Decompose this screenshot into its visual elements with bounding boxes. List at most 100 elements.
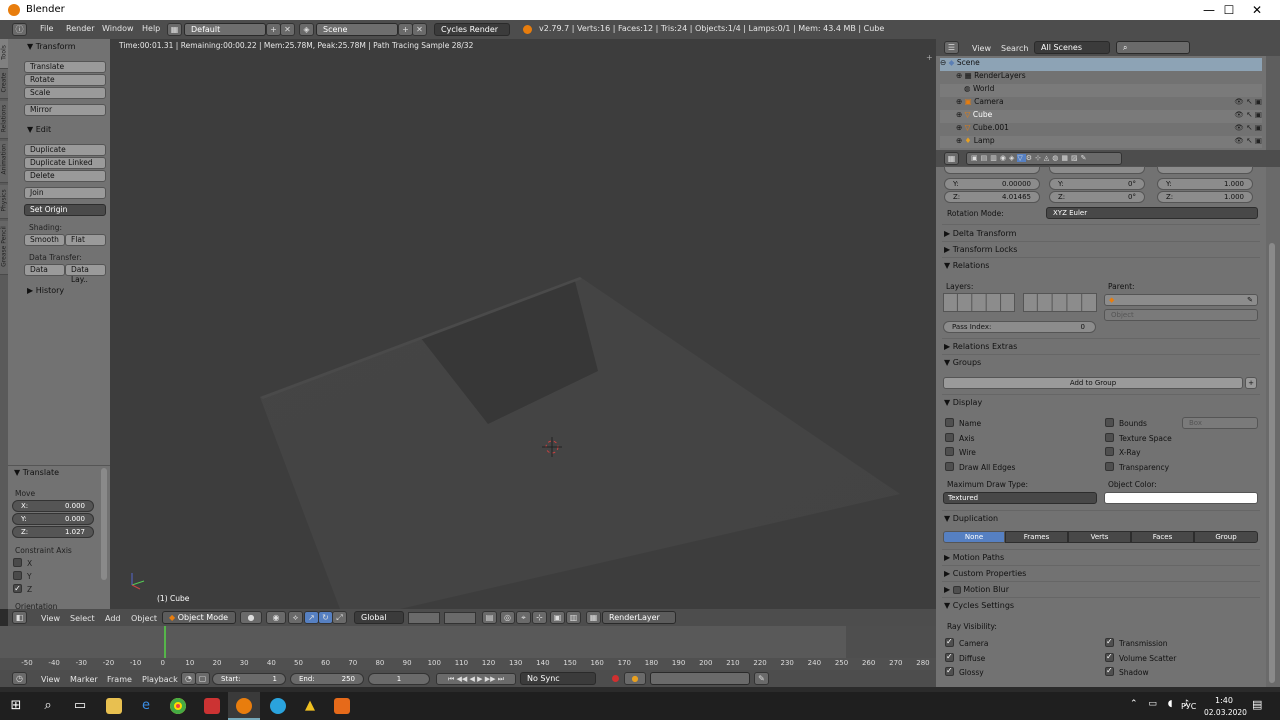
scale-y-field[interactable]: Y: 1.000	[1157, 178, 1253, 190]
data-layout-button[interactable]: Data Lay..	[65, 264, 106, 284]
lock-layers-button[interactable]: ▤	[482, 611, 497, 624]
start-windows-icon[interactable]: ⊞	[0, 692, 32, 720]
notifications-icon[interactable]: ▤	[1252, 698, 1262, 711]
smooth-button[interactable]: Smooth	[24, 234, 65, 246]
outliner-display-select[interactable]: All Scenes	[1034, 41, 1110, 54]
edge-browser-icon[interactable]: e	[130, 692, 162, 720]
draw-all-edges-checkbox[interactable]	[945, 462, 954, 471]
join-button[interactable]: Join	[24, 187, 106, 199]
transform-orientation-select[interactable]: Global	[354, 611, 404, 624]
menu-select[interactable]: Select	[70, 614, 95, 623]
parent-field[interactable]: ◆ ✎	[1104, 294, 1258, 306]
delta-transform-panel[interactable]: ▶ Delta Transform	[944, 229, 1016, 238]
scale-button[interactable]: Scale	[24, 87, 106, 99]
outliner-scrollbar[interactable]	[1266, 56, 1280, 150]
menu-add[interactable]: Add	[105, 614, 121, 623]
layer-buttons-b[interactable]	[444, 612, 476, 624]
timeline-menu-view[interactable]: View	[41, 675, 60, 684]
cycles-settings-panel[interactable]: ▼ Cycles Settings	[944, 601, 1014, 610]
constraint-x-checkbox[interactable]	[13, 558, 22, 567]
keying-set-button[interactable]: ●	[624, 672, 646, 685]
redo-scrollbar[interactable]	[101, 468, 107, 580]
properties-context-tabs[interactable]: ▣▤▥◉◈▽⚙⊹◬◍▦▨✎	[966, 152, 1122, 165]
file-explorer-icon[interactable]	[98, 692, 130, 720]
ray-camera-checkbox[interactable]	[945, 637, 954, 647]
display-wire-checkbox[interactable]	[945, 447, 954, 456]
constraint-z-checkbox[interactable]: ✓	[13, 584, 22, 593]
ray-transmission-checkbox[interactable]	[1105, 637, 1114, 647]
bounds-type-select[interactable]: Box	[1182, 417, 1258, 429]
render-engine-select[interactable]: Cycles Render	[434, 23, 510, 36]
menu-render[interactable]: Render	[66, 24, 94, 33]
chrome-icon[interactable]	[162, 692, 194, 720]
set-origin-menu[interactable]: Set Origin	[24, 204, 106, 216]
tab-create[interactable]: Create	[0, 69, 8, 99]
insert-keyframe-button[interactable]: ✎	[754, 672, 769, 685]
location-x-field[interactable]	[944, 166, 1040, 174]
ray-shadow-checkbox[interactable]	[1105, 666, 1114, 676]
parent-type-select[interactable]: Object	[1104, 309, 1258, 321]
outliner-row-cube[interactable]: ⊕ ▽ Cube 👁 ↖ ▣	[940, 110, 1262, 123]
display-panel[interactable]: ▼ Display	[944, 398, 982, 407]
timeline-menu-frame[interactable]: Frame	[107, 675, 132, 684]
editor-type-timeline-button[interactable]: ◷	[12, 672, 27, 685]
app-icon-orange[interactable]	[326, 692, 358, 720]
add-to-group-button[interactable]: Add to Group	[943, 377, 1243, 389]
render-still-button[interactable]: ▣	[550, 611, 565, 624]
outliner-menu-view[interactable]: View	[972, 44, 991, 53]
max-draw-type-select[interactable]: Textured	[943, 492, 1097, 504]
manipulator-toggle[interactable]: ⟡	[288, 611, 303, 624]
outliner-row-cube-001[interactable]: ⊕ ▽ Cube.001 👁 ↖ ▣	[940, 123, 1262, 136]
snap-element[interactable]: ⊹	[532, 611, 547, 624]
history-panel-header[interactable]: ▶ History	[27, 286, 64, 295]
location-y-field[interactable]: Y: 0.00000	[944, 178, 1040, 190]
translate-button[interactable]: Translate	[24, 61, 106, 73]
menu-object[interactable]: Object	[131, 614, 157, 623]
transform-locks-panel[interactable]: ▶ Transform Locks	[944, 245, 1017, 254]
tab-relations[interactable]: Relations	[0, 101, 8, 139]
keying-set-field[interactable]	[650, 672, 750, 685]
render-layer-icon[interactable]: ▦	[586, 611, 601, 624]
scale-manipulator[interactable]: ⤢	[332, 611, 347, 624]
mode-select[interactable]: ◆ Object Mode	[162, 611, 236, 624]
scale-z-field[interactable]: Z: 1.000	[1157, 191, 1253, 203]
current-frame-field[interactable]: 1	[368, 673, 430, 685]
move-y-field[interactable]: Y: 0.000	[12, 513, 94, 525]
close-button[interactable]: ✕	[1234, 2, 1280, 18]
editor-type-outliner-button[interactable]: ☰	[944, 41, 959, 54]
playback-controls[interactable]: ⏮ ◀◀ ◀ ▶ ▶▶ ⏭	[436, 673, 516, 685]
move-z-field[interactable]: Z: 1.027	[12, 526, 94, 538]
relations-extras-panel[interactable]: ▶ Relations Extras	[944, 342, 1017, 351]
layers-grid-b[interactable]	[1023, 293, 1097, 312]
add-group-plus-button[interactable]: +	[1245, 377, 1257, 389]
outliner-menu-search[interactable]: Search	[1001, 44, 1028, 53]
editor-type-properties-button[interactable]: ▦	[944, 152, 959, 165]
bounds-checkbox[interactable]	[1105, 418, 1114, 427]
display-name-checkbox[interactable]	[945, 418, 954, 427]
task-view-icon[interactable]: ▭	[64, 692, 96, 720]
preview-range-button[interactable]: ◔	[181, 672, 196, 685]
menu-file[interactable]: File	[40, 24, 53, 33]
blender-taskbar-icon[interactable]	[228, 692, 260, 720]
pass-index-field[interactable]: Pass Index: 0	[943, 321, 1096, 333]
tab-physics[interactable]: Physics	[0, 185, 8, 219]
add-scene-button[interactable]: +	[398, 23, 413, 36]
3d-viewport[interactable]: Time:00:01.31 | Remaining:00:00.22 | Mem…	[110, 39, 936, 609]
editor-type-button[interactable]: ⓘ	[12, 23, 27, 36]
dup-group-button[interactable]: Group	[1194, 531, 1258, 543]
motion-paths-panel[interactable]: ▶ Motion Paths	[944, 553, 1004, 562]
language-indicator[interactable]: РУС	[1181, 702, 1196, 711]
outliner-row-camera[interactable]: ⊕ ▣ Camera 👁 ↖ ▣	[940, 97, 1262, 110]
start-frame-field[interactable]: Start: 1	[212, 673, 286, 685]
search-icon[interactable]: ⌕	[32, 692, 64, 720]
timeline-menu-marker[interactable]: Marker	[70, 675, 98, 684]
dup-frames-button[interactable]: Frames	[1005, 531, 1068, 543]
rotation-z-field[interactable]: Z: 0°	[1049, 191, 1145, 203]
location-z-field[interactable]: Z: 4.01465	[944, 191, 1040, 203]
duplication-panel[interactable]: ▼ Duplication	[944, 514, 998, 523]
render-layer-select[interactable]: RenderLayer	[602, 611, 676, 624]
texture-space-checkbox[interactable]	[1105, 433, 1114, 442]
tab-grease-pencil[interactable]: Grease Pencil	[0, 221, 8, 275]
proportional-edit-button[interactable]: ◎	[500, 611, 515, 624]
x-ray-checkbox[interactable]	[1105, 447, 1114, 456]
